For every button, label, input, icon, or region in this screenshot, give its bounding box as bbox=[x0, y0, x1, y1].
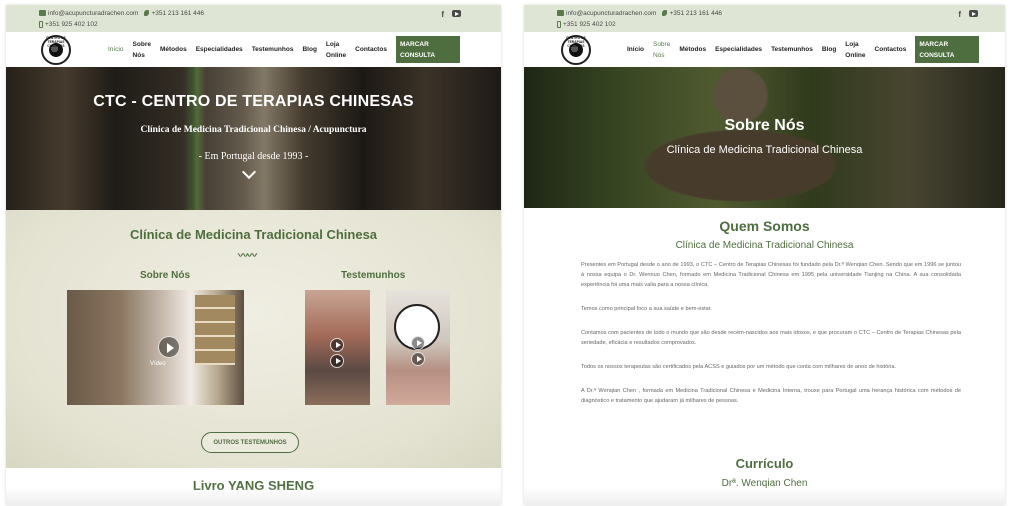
play-icon[interactable] bbox=[158, 336, 180, 358]
about-heading: Sobre Nós bbox=[140, 270, 191, 281]
nav-item-contactos[interactable]: Contactos bbox=[875, 45, 907, 55]
nav-item-testemunhos[interactable]: Testemunhos bbox=[771, 45, 813, 55]
nav-item-sobre-nos[interactable]: Sobre Nós bbox=[133, 39, 151, 61]
hero-subtitle: Clínica de Medicina Tradicional Chinesa bbox=[666, 144, 863, 156]
play-icon[interactable] bbox=[411, 336, 425, 350]
nav-item-contactos[interactable]: Contactos bbox=[355, 45, 387, 55]
book-appointment-button[interactable]: MARCAR CONSULTA bbox=[915, 36, 980, 63]
nav-item-blog[interactable]: Blog bbox=[822, 45, 836, 55]
main-nav: CENTRO DE TERAPIAS CHINESAS Início Sobre… bbox=[6, 32, 501, 67]
mobile-icon bbox=[557, 21, 561, 28]
phone-link[interactable]: +351 213 161 446 bbox=[662, 10, 722, 17]
top-contact-bar: info@acupuncturadrachen.com +351 213 161… bbox=[6, 5, 501, 32]
facebook-icon[interactable]: f bbox=[441, 10, 444, 19]
chevron-down-icon[interactable] bbox=[241, 164, 257, 180]
play-icon[interactable] bbox=[330, 354, 344, 368]
about-video[interactable]: Vídeo bbox=[67, 290, 244, 405]
envelope-icon bbox=[39, 10, 46, 17]
quem-somos-heading: Quem Somos bbox=[719, 218, 810, 234]
quem-somos-subtitle: Clínica de Medicina Tradicional Chinesa bbox=[675, 240, 854, 251]
paragraph: Presentes em Portugal desde o ano de 199… bbox=[581, 262, 961, 288]
clinic-section: Clínica de Medicina Tradicional Chinesa … bbox=[6, 210, 501, 468]
nav-item-especialidades[interactable]: Especialidades bbox=[196, 45, 243, 55]
wave-divider-icon: 〰〰 bbox=[238, 251, 257, 262]
paragraph: Temos como principal foco a sua saúde e … bbox=[581, 306, 712, 312]
nav-item-metodos[interactable]: Métodos bbox=[679, 45, 706, 55]
book-appointment-button[interactable]: MARCAR CONSULTA bbox=[395, 36, 460, 63]
testimonial-video-1[interactable] bbox=[305, 290, 370, 405]
phone-link[interactable]: +351 213 161 446 bbox=[144, 10, 204, 17]
bamboo-image bbox=[184, 67, 206, 210]
play-icon[interactable] bbox=[330, 338, 344, 352]
mobile-icon bbox=[39, 21, 43, 28]
wall-charts-image bbox=[195, 295, 235, 365]
nav-item-inicio[interactable]: Início bbox=[627, 45, 644, 55]
hero-title: Sobre Nós bbox=[724, 117, 805, 134]
email-link[interactable]: info@acupuncturadrachen.com bbox=[39, 10, 138, 17]
paragraph: A Dr.ª Wenqian Chen , formada em Medicin… bbox=[581, 388, 961, 404]
nav-item-blog[interactable]: Blog bbox=[302, 45, 316, 55]
nav-item-metodos[interactable]: Métodos bbox=[160, 45, 187, 55]
hero-tagline: - Em Portugal desde 1993 - bbox=[198, 151, 309, 162]
nav-item-testemunhos[interactable]: Testemunhos bbox=[252, 45, 294, 55]
play-icon[interactable] bbox=[411, 352, 425, 366]
site-logo[interactable]: CENTRO DE TERAPIAS CHINESAS bbox=[41, 35, 71, 65]
bottom-fade bbox=[6, 487, 501, 505]
nav-item-especialidades[interactable]: Especialidades bbox=[715, 45, 762, 55]
nav-item-loja-online[interactable]: Loja Online bbox=[326, 39, 346, 61]
envelope-icon bbox=[557, 10, 564, 17]
nav-item-loja-online[interactable]: Loja Online bbox=[845, 39, 865, 61]
bottom-fade bbox=[524, 487, 1005, 505]
phone-icon bbox=[144, 10, 150, 17]
hero-banner: CTC - CENTRO DE TERAPIAS CHINESAS Clínic… bbox=[6, 67, 501, 210]
nav-item-inicio[interactable]: Início bbox=[108, 45, 124, 55]
mobile-link[interactable]: +351 925 402 102 bbox=[39, 21, 98, 28]
more-testimonials-button[interactable]: OUTROS TESTEMUNHOS bbox=[201, 432, 299, 453]
main-nav: CENTRO DE TERAPIAS CHINESAS Início Sobre… bbox=[524, 32, 1005, 67]
testimonial-video-2[interactable] bbox=[386, 290, 450, 405]
curriculo-heading: Currículo bbox=[735, 456, 794, 471]
top-contact-bar: info@acupuncturadrachen.com +351 213 161… bbox=[524, 5, 1005, 32]
section-title: Clínica de Medicina Tradicional Chinesa bbox=[129, 227, 378, 242]
facebook-icon[interactable]: f bbox=[958, 10, 961, 19]
video-label: Vídeo bbox=[150, 361, 166, 367]
youtube-icon[interactable] bbox=[969, 10, 978, 17]
hero-banner: Sobre Nós Clínica de Medicina Tradiciona… bbox=[524, 67, 1005, 208]
phone-icon bbox=[662, 10, 668, 17]
youtube-icon[interactable] bbox=[452, 10, 461, 17]
nav-item-sobre-nos[interactable]: Sobre Nós bbox=[653, 39, 670, 61]
email-link[interactable]: info@acupuncturadrachen.com bbox=[557, 10, 656, 17]
paragraph: Contamos com pacientes de todo o mundo q… bbox=[581, 330, 961, 346]
mobile-link[interactable]: +351 925 402 102 bbox=[557, 21, 616, 28]
about-text: Presentes em Portugal desde o ano de 199… bbox=[581, 260, 961, 420]
home-page-screenshot: info@acupuncturadrachen.com +351 213 161… bbox=[6, 5, 501, 505]
paragraph: Todos os nossos terapeutas são certifica… bbox=[581, 364, 896, 370]
site-logo[interactable]: CENTRO DE TERAPIAS CHINESAS bbox=[561, 35, 591, 65]
testimonials-heading: Testemunhos bbox=[341, 270, 406, 281]
hero-title: CTC - CENTRO DE TERAPIAS CHINESAS bbox=[93, 93, 414, 110]
about-page-screenshot: info@acupuncturadrachen.com +351 213 161… bbox=[524, 5, 1005, 505]
hero-subtitle: Clínica de Medicina Tradicional Chinesa … bbox=[140, 125, 367, 135]
